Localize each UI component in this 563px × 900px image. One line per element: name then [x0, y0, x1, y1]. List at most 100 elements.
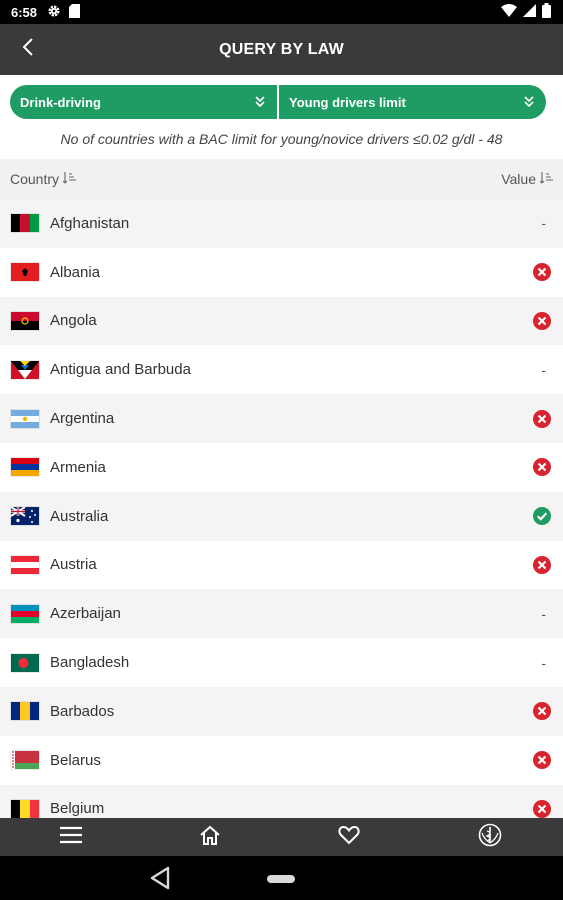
armenia-flag-icon [11, 458, 39, 477]
table-row[interactable]: Austria [0, 540, 563, 590]
table-row[interactable]: Belgium [0, 784, 563, 818]
system-nav-bar [0, 856, 563, 900]
azerbaijan-flag-icon [11, 604, 39, 623]
albania-flag-icon [11, 263, 39, 282]
yes-check-circle-icon [533, 507, 551, 526]
table-row[interactable]: Afghanistan - [0, 199, 563, 248]
country-name: Belgium [50, 800, 105, 818]
gear-icon [47, 4, 61, 21]
angola-flag-icon [11, 311, 39, 330]
argentina-flag-icon [11, 409, 39, 428]
no-x-circle-icon [533, 263, 551, 282]
no-x-circle-icon [533, 751, 551, 770]
country-name: Belarus [50, 751, 101, 769]
favorites-button[interactable] [329, 818, 369, 856]
value-cell [533, 394, 551, 443]
value-cell [533, 736, 551, 785]
table-row[interactable]: Barbados [0, 686, 563, 736]
country-name: Angola [50, 312, 97, 330]
table-row[interactable]: Antigua and Barbuda - [0, 345, 563, 395]
australia-flag-icon [11, 507, 39, 526]
country-name: Armenia [50, 458, 106, 476]
heart-icon [338, 825, 360, 850]
austria-flag-icon [11, 555, 39, 574]
value-cell [533, 443, 551, 492]
country-column-label: Country [10, 171, 60, 187]
country-name: Antigua and Barbuda [50, 361, 191, 379]
menu-button[interactable] [51, 818, 91, 856]
status-time: 6:58 [11, 4, 38, 20]
category-dropdown-label: Drink-driving [20, 94, 101, 110]
table-row[interactable]: Albania [0, 247, 563, 297]
summary-text: No of countries with a BAC limit for you… [60, 131, 503, 147]
back-button[interactable] [12, 24, 44, 75]
value-cell [533, 297, 551, 346]
sort-icon [539, 171, 553, 187]
table-row[interactable]: Belarus [0, 735, 563, 785]
home-icon [199, 825, 221, 850]
back-arrow-icon [21, 37, 35, 62]
country-name: Bangladesh [50, 654, 130, 672]
value-cell: - [541, 589, 551, 638]
value-cell [533, 785, 551, 818]
table-row[interactable]: Bangladesh - [0, 638, 563, 687]
value-cell: - [541, 199, 551, 248]
antigua-and-barbuda-flag-icon [11, 360, 39, 379]
wifi-icon [501, 4, 517, 20]
table-row[interactable]: Azerbaijan - [0, 589, 563, 639]
value-text: - [541, 215, 546, 232]
chevron-double-down-icon [255, 95, 265, 110]
sd-card-icon [69, 3, 81, 21]
home-button[interactable] [190, 818, 230, 856]
country-name: Afghanistan [50, 214, 130, 232]
country-name: Argentina [50, 410, 115, 428]
table-row[interactable]: Armenia [0, 442, 563, 492]
value-column-header[interactable]: Value [501, 171, 553, 187]
filter-bar: Drink-driving Young drivers limit [10, 85, 546, 119]
belarus-flag-icon [11, 751, 39, 770]
barbados-flag-icon [11, 702, 39, 721]
table-row[interactable]: Angola [0, 296, 563, 346]
no-x-circle-icon [533, 458, 551, 477]
chevron-double-down-icon [524, 95, 534, 110]
system-back-icon[interactable] [148, 866, 172, 895]
app-bar: QUERY BY LAW [0, 24, 563, 75]
status-bar: 6:58 [0, 0, 563, 24]
no-x-circle-icon [533, 555, 551, 574]
belgium-flag-icon [11, 799, 39, 818]
no-x-circle-icon [533, 311, 551, 330]
who-button[interactable] [470, 818, 510, 856]
value-cell: - [541, 638, 551, 687]
value-cell [533, 492, 551, 541]
system-home-pill[interactable] [267, 875, 295, 883]
no-x-circle-icon [533, 702, 551, 721]
menu-icon [60, 826, 82, 849]
category-dropdown[interactable]: Drink-driving [10, 85, 277, 119]
sort-icon [62, 171, 77, 187]
country-column-header[interactable]: Country [10, 171, 77, 187]
battery-icon [542, 3, 551, 21]
country-name: Azerbaijan [50, 605, 121, 623]
value-cell [533, 248, 551, 297]
value-text: - [541, 605, 546, 622]
table-row[interactable]: Australia [0, 491, 563, 541]
country-name: Austria [50, 556, 97, 574]
afghanistan-flag-icon [11, 214, 39, 233]
no-x-circle-icon [533, 799, 551, 818]
law-dropdown[interactable]: Young drivers limit [277, 85, 546, 119]
country-list: Afghanistan - Albania Angola Antigua and… [0, 199, 563, 818]
table-row[interactable]: Argentina [0, 394, 563, 443]
value-text: - [541, 654, 546, 671]
bottom-nav [0, 818, 563, 856]
value-text: - [541, 361, 546, 378]
bangladesh-flag-icon [11, 653, 39, 672]
no-x-circle-icon [533, 409, 551, 428]
value-cell: - [541, 345, 551, 394]
country-name: Barbados [50, 702, 115, 720]
value-cell [533, 541, 551, 590]
country-name: Australia [50, 507, 109, 525]
signal-icon [523, 4, 536, 20]
country-name: Albania [50, 263, 101, 281]
page-title: QUERY BY LAW [219, 40, 344, 58]
table-header: Country Value [0, 159, 563, 199]
